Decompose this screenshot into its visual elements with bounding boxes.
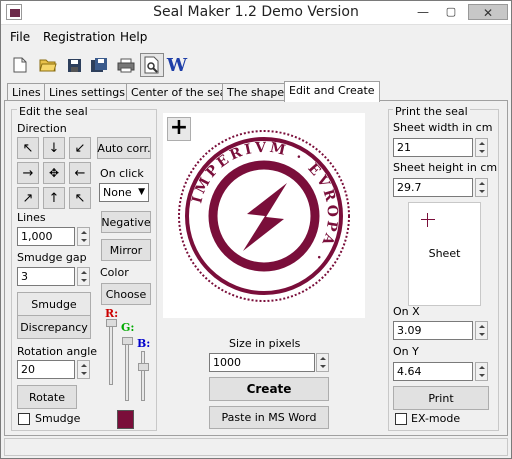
size-in-pixels-spinner[interactable] [316, 353, 329, 372]
lines-spinner[interactable] [77, 227, 90, 246]
arrow-down-left-icon[interactable]: ↙ [69, 137, 91, 159]
on-y-label: On Y [393, 345, 419, 358]
tab-lines-settings[interactable]: Lines settings [44, 83, 131, 101]
green-slider[interactable] [125, 337, 129, 401]
smudge-checkbox[interactable] [18, 413, 30, 425]
direction-label: Direction [17, 122, 67, 135]
center-move-icon[interactable]: ✥ [43, 162, 65, 184]
print-preview-icon[interactable] [140, 53, 164, 77]
rotation-angle-label: Rotation angle [17, 345, 98, 358]
blue-slider[interactable] [141, 351, 145, 401]
ex-mode-label: EX-mode [411, 412, 461, 425]
paste-in-word-button[interactable]: Paste in MS Word [209, 406, 329, 429]
on-click-select[interactable]: None ▼ [99, 183, 149, 202]
ex-mode-checkbox[interactable] [395, 413, 407, 425]
smudge-gap-spinner[interactable] [77, 267, 90, 286]
minimize-icon[interactable]: — [413, 4, 433, 20]
word-icon[interactable]: W [167, 55, 187, 76]
lines-input[interactable]: 1,000 [17, 227, 75, 246]
sheet-width-label: Sheet width in cm [393, 121, 493, 134]
on-y-spinner[interactable] [475, 362, 488, 381]
color-swatch[interactable] [117, 410, 134, 429]
arrow-up-left-alt-icon[interactable]: ↖ [69, 187, 91, 209]
lightning-bolt-icon [243, 183, 287, 251]
lines-label: Lines [17, 211, 46, 224]
tab-the-shape[interactable]: The shape [222, 83, 290, 101]
rotate-button[interactable]: Rotate [17, 385, 77, 409]
smudge-gap-label: Smudge gap [17, 251, 87, 264]
size-in-pixels-label: Size in pixels [229, 337, 301, 350]
new-file-icon[interactable] [10, 55, 30, 75]
arrow-up-icon[interactable]: ↓ [43, 137, 65, 159]
green-label: G: [121, 321, 135, 334]
smudge-button[interactable]: Smudge [17, 292, 91, 316]
close-button[interactable]: ✕ [468, 4, 508, 20]
sheet-width-spinner[interactable] [475, 138, 488, 157]
sheet-label: Sheet [428, 247, 461, 260]
on-y-input[interactable]: 4.64 [393, 362, 473, 381]
tab-center-of-the-seal[interactable]: Center of the seal [126, 83, 235, 101]
app-window: Seal Maker 1.2 Demo Version — ▢ ✕ File R… [0, 0, 512, 459]
sheet-width-input[interactable]: 21 [393, 138, 473, 157]
on-x-label: On X [393, 305, 420, 318]
sheet-height-label: Sheet height in cm [393, 161, 498, 174]
edit-and-create-panel: Edit the seal Direction ↖ ↓ ↙ → ✥ ← ↗ ↑ … [4, 100, 508, 436]
on-click-label: On click [100, 167, 144, 180]
sheet-preview: Sheet [408, 202, 481, 306]
red-slider[interactable] [109, 321, 113, 385]
blue-label: B: [137, 337, 151, 350]
choose-color-button[interactable]: Choose [101, 283, 151, 305]
mirror-button[interactable]: Mirror [101, 239, 151, 261]
arrow-up-left-icon[interactable]: ↖ [17, 137, 39, 159]
print-button[interactable]: Print [393, 386, 489, 410]
color-label: Color [100, 266, 129, 279]
tab-lines[interactable]: Lines [7, 83, 46, 101]
chevron-down-icon: ▼ [138, 187, 145, 197]
toolbar: W [1, 47, 511, 81]
arrow-up-alt-icon[interactable]: ↑ [43, 187, 65, 209]
edit-seal-group-label: Edit the seal [17, 105, 90, 118]
arrow-left-icon[interactable]: ← [69, 162, 91, 184]
menu-registration[interactable]: Registration [43, 30, 115, 44]
red-slider-thumb[interactable] [106, 319, 117, 327]
menu-file[interactable]: File [10, 30, 30, 44]
negative-button[interactable]: Negative [101, 211, 151, 233]
smudge-gap-input[interactable]: 3 [17, 267, 75, 286]
menu-help[interactable]: Help [120, 30, 147, 44]
on-x-spinner[interactable] [475, 321, 488, 340]
menu-bar: File Registration Help [1, 25, 511, 47]
status-bar [4, 438, 508, 456]
green-slider-thumb[interactable] [122, 337, 133, 345]
open-folder-icon[interactable] [38, 55, 58, 75]
on-click-value: None [103, 186, 132, 199]
seal-position-marker [421, 213, 435, 227]
on-x-input[interactable]: 3.09 [393, 321, 473, 340]
sheet-height-spinner[interactable] [475, 178, 488, 197]
window-title: Seal Maker 1.2 Demo Version [153, 4, 359, 20]
sheet-height-input[interactable]: 29.7 [393, 178, 473, 197]
discrepancy-button[interactable]: Discrepancy [17, 315, 91, 339]
save-as-icon[interactable] [89, 55, 109, 75]
tab-strip: Lines Lines settings Center of the seal … [1, 81, 511, 102]
arrow-right-icon[interactable]: → [17, 162, 39, 184]
print-seal-group-label: Print the seal [393, 105, 470, 118]
tab-edit-and-create[interactable]: Edit and Create [284, 81, 380, 102]
maximize-icon[interactable]: ▢ [441, 4, 461, 20]
auto-corr-button[interactable]: Auto corr. [97, 137, 151, 159]
rotation-angle-input[interactable]: 20 [17, 360, 75, 379]
create-button[interactable]: Create [209, 377, 329, 401]
seal-canvas: + IMPERIVM · EVROPA · [163, 113, 365, 318]
save-icon[interactable] [64, 55, 84, 75]
rotation-angle-spinner[interactable] [77, 360, 90, 379]
blue-slider-thumb[interactable] [138, 363, 149, 371]
smudge-checkbox-label: Smudge [35, 412, 81, 425]
title-bar: Seal Maker 1.2 Demo Version — ▢ ✕ [1, 1, 511, 25]
seal-image: IMPERIVM · EVROPA · [178, 130, 350, 302]
print-icon[interactable] [116, 55, 136, 75]
arrow-up-right-icon[interactable]: ↗ [17, 187, 39, 209]
size-in-pixels-input[interactable]: 1000 [209, 353, 315, 372]
